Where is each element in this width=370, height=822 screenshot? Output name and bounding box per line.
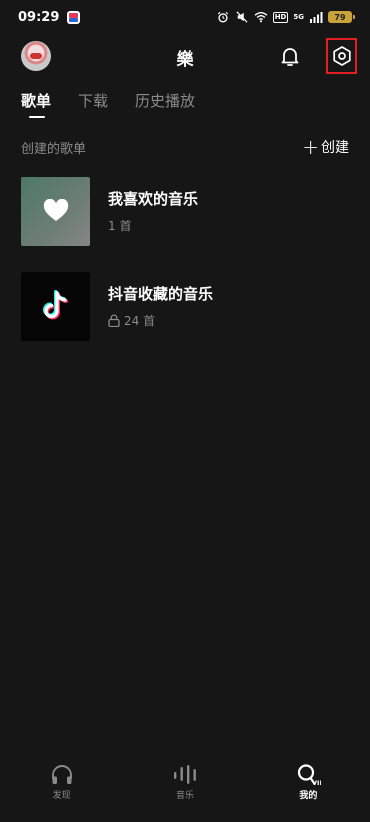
battery-indicator: 79	[328, 11, 355, 23]
mute-icon	[236, 11, 248, 23]
playlist-info: 我喜欢的音乐 1 首	[108, 188, 198, 234]
hd-badge: HD	[272, 11, 289, 23]
count-label: 24 首	[124, 314, 156, 328]
status-icons: HD 5G 79	[216, 11, 355, 23]
tab-bar: 歌单 下载 历史播放	[21, 90, 222, 120]
bell-icon[interactable]	[278, 44, 302, 68]
section-title: 创建的歌单	[21, 142, 87, 157]
status-bar: 09:29 HD 5G 79	[0, 0, 370, 34]
settings-icon	[332, 46, 351, 66]
nav-music[interactable]: 音乐	[123, 752, 246, 822]
notification-app-icon	[67, 10, 81, 24]
count-label: 1 首	[108, 219, 132, 233]
status-time: 09:29	[18, 9, 60, 25]
douyin-logo-icon	[42, 290, 68, 320]
create-label: 创建	[321, 140, 349, 156]
nav-mine[interactable]: VIP 我的	[247, 752, 370, 822]
playlist-name: 我喜欢的音乐	[108, 190, 199, 208]
signal-5g-label: 5G	[293, 12, 304, 21]
heart-icon	[43, 199, 68, 221]
header: 樂	[0, 38, 370, 74]
create-playlist-button[interactable]: + 创建	[302, 137, 349, 157]
svg-text:VIP: VIP	[312, 779, 321, 786]
tab-label: 历史播放	[135, 92, 196, 110]
headphones-icon	[51, 765, 72, 784]
playlist-info: 抖音收藏的音乐 24 首	[108, 283, 213, 329]
playlist-count: 24 首	[108, 312, 213, 329]
tab-label: 歌单	[21, 92, 52, 110]
nav-label: 发现	[52, 791, 71, 801]
created-playlists-header: 创建的歌单 + 创建	[21, 137, 349, 158]
playlist-item[interactable]: 我喜欢的音乐 1 首	[21, 176, 351, 246]
bottom-nav: 发现 音乐 VIP 我的	[0, 752, 370, 822]
plus-icon: +	[302, 135, 319, 159]
nav-label: 我的	[299, 791, 318, 801]
signal-icon	[310, 12, 323, 23]
profile-vip-icon: VIP	[298, 764, 321, 786]
playlist-cover	[21, 271, 90, 341]
tab-downloads[interactable]: 下载	[78, 90, 108, 120]
nav-discover[interactable]: 发现	[0, 752, 123, 822]
playlist-name: 抖音收藏的音乐	[108, 285, 214, 303]
tab-playlists[interactable]: 歌单	[21, 90, 51, 120]
waveform-icon	[173, 765, 196, 784]
settings-button[interactable]	[326, 38, 357, 74]
playlist-count: 1 首	[108, 217, 198, 234]
tab-history[interactable]: 历史播放	[135, 90, 195, 120]
alarm-icon	[217, 11, 228, 23]
tab-active-indicator	[29, 116, 45, 118]
page-title: 樂	[176, 50, 194, 70]
playlist-item[interactable]: 抖音收藏的音乐 24 首	[21, 271, 351, 341]
wifi-icon	[254, 12, 268, 23]
playlist-cover	[21, 176, 90, 246]
nav-label: 音乐	[175, 791, 194, 801]
tab-label: 下载	[78, 92, 109, 110]
lock-icon	[108, 314, 120, 327]
